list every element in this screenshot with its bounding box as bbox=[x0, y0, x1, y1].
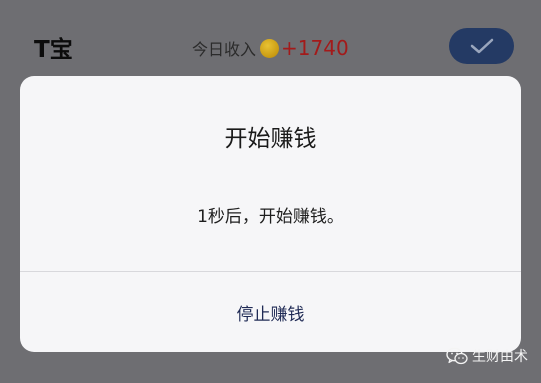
watermark-text: 生财由术 bbox=[472, 349, 528, 365]
start-earning-dialog: 开始赚钱 1秒后，开始赚钱。 停止赚钱 bbox=[20, 76, 521, 352]
dialog-message: 1秒后，开始赚钱。 bbox=[197, 207, 344, 227]
income-label: 今日收入 bbox=[192, 40, 257, 59]
confirm-button[interactable] bbox=[449, 28, 514, 64]
header-bar: T宝 今日收入 +1740 bbox=[0, 0, 541, 80]
dialog-title: 开始赚钱 bbox=[224, 126, 317, 152]
app-title: T宝 bbox=[34, 37, 73, 63]
app-screen: T宝 今日收入 +1740 开始赚钱 1秒后，开始赚钱。 停止赚钱 生财由术 bbox=[0, 0, 541, 383]
wechat-icon bbox=[446, 347, 468, 365]
today-income: 今日收入 +1740 bbox=[192, 36, 349, 60]
income-value: +1740 bbox=[281, 36, 349, 60]
coin-icon bbox=[260, 38, 280, 58]
stop-earning-button[interactable]: 停止赚钱 bbox=[20, 272, 521, 352]
watermark: 生财由术 bbox=[446, 344, 528, 368]
check-icon bbox=[470, 38, 493, 54]
